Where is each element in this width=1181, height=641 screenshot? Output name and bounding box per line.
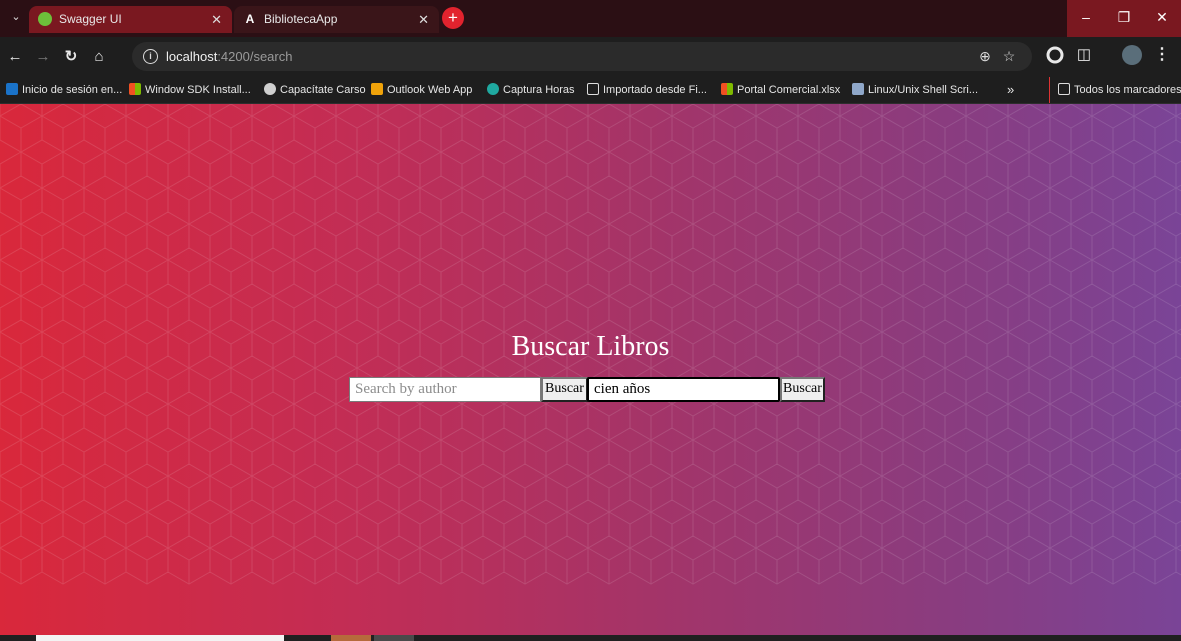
opera-extension-icon[interactable] <box>1045 45 1065 65</box>
zoom-icon[interactable]: ⊕ <box>976 47 994 65</box>
close-tab-icon[interactable]: ✕ <box>211 6 222 33</box>
minimize-button[interactable]: – <box>1067 0 1105 37</box>
bookmark-item[interactable]: Linux/Unix Shell Scri... <box>852 77 978 103</box>
bookmark-item[interactable]: Captura Horas <box>487 77 575 103</box>
tab-label: BibliotecaApp <box>264 12 338 26</box>
taskbar <box>0 635 1181 641</box>
bookmark-star-icon[interactable]: ☆ <box>1000 47 1018 65</box>
cloud-icon <box>264 83 276 95</box>
tab-bibliotecaapp[interactable]: A BibliotecaApp ✕ <box>234 6 439 33</box>
toolbar: ← → ↻ ⌂ i localhost:4200/search ⊕ ☆ ◫ ⋮ <box>0 37 1181 77</box>
close-window-button[interactable]: ✕ <box>1143 0 1181 37</box>
taskbar-search-box[interactable] <box>36 635 284 641</box>
captura-icon <box>487 83 499 95</box>
angular-favicon-icon: A <box>245 12 255 26</box>
bookmark-item[interactable]: Inicio de sesión en... <box>6 77 122 103</box>
tab-search-icon[interactable]: ⌄ <box>8 9 24 25</box>
outlook-icon <box>371 83 383 95</box>
back-icon[interactable]: ← <box>4 46 26 68</box>
bookmarks-overflow-button[interactable]: » <box>1007 77 1014 103</box>
bookmark-item[interactable]: Portal Comercial.xlsx <box>721 77 840 103</box>
author-search-input[interactable]: Search by author <box>349 377 541 402</box>
tab-strip: ⌄ Swagger UI ✕ A BibliotecaApp ✕ + – ❐ ✕ <box>0 0 1181 37</box>
more-menu-icon[interactable]: ⋮ <box>1152 45 1172 65</box>
taskbar-app[interactable] <box>331 635 371 641</box>
tab-swagger-ui[interactable]: Swagger UI ✕ <box>29 6 232 33</box>
folder-icon <box>1058 83 1070 95</box>
forward-icon[interactable]: → <box>32 46 54 68</box>
url-text[interactable]: localhost:4200/search <box>166 42 292 71</box>
bookmark-item[interactable]: Capacítate Carso <box>264 77 366 103</box>
search-title-button[interactable]: Buscar <box>780 377 825 402</box>
microsoft-icon <box>721 83 733 95</box>
title-search-input[interactable]: cien años <box>587 377 780 402</box>
tab-label: Swagger UI <box>59 12 122 26</box>
search-author-button[interactable]: Buscar <box>541 377 588 402</box>
extensions-icon[interactable]: ◫ <box>1074 45 1094 65</box>
hexagon-pattern-background <box>0 104 1181 585</box>
home-icon[interactable]: ⌂ <box>88 46 110 68</box>
page-title: Buscar Libros <box>511 331 670 362</box>
bookmark-folder[interactable]: Importado desde Fi... <box>587 77 707 103</box>
bookmarks-bar: Inicio de sesión en... Window SDK Instal… <box>0 77 1181 104</box>
zoho-icon <box>6 83 18 95</box>
taskbar-app[interactable] <box>374 635 414 641</box>
page-content: Buscar Libros Search by author Buscar ci… <box>0 104 1181 635</box>
all-bookmarks-folder[interactable]: Todos los marcadores <box>1049 77 1181 103</box>
folder-icon <box>587 83 599 95</box>
new-tab-button[interactable]: + <box>442 7 464 29</box>
address-bar[interactable]: i localhost:4200/search ⊕ ☆ <box>132 42 1032 71</box>
microsoft-icon <box>129 83 141 95</box>
restore-button[interactable]: ❐ <box>1105 0 1143 37</box>
site-info-icon[interactable]: i <box>143 49 158 64</box>
bookmark-item[interactable]: Outlook Web App <box>371 77 472 103</box>
profile-avatar[interactable] <box>1122 45 1142 65</box>
reload-icon[interactable]: ↻ <box>60 46 82 68</box>
linux-doc-icon <box>852 83 864 95</box>
bookmark-item[interactable]: Window SDK Install... <box>129 77 251 103</box>
close-tab-icon[interactable]: ✕ <box>418 6 429 33</box>
swagger-favicon-icon <box>38 12 52 26</box>
